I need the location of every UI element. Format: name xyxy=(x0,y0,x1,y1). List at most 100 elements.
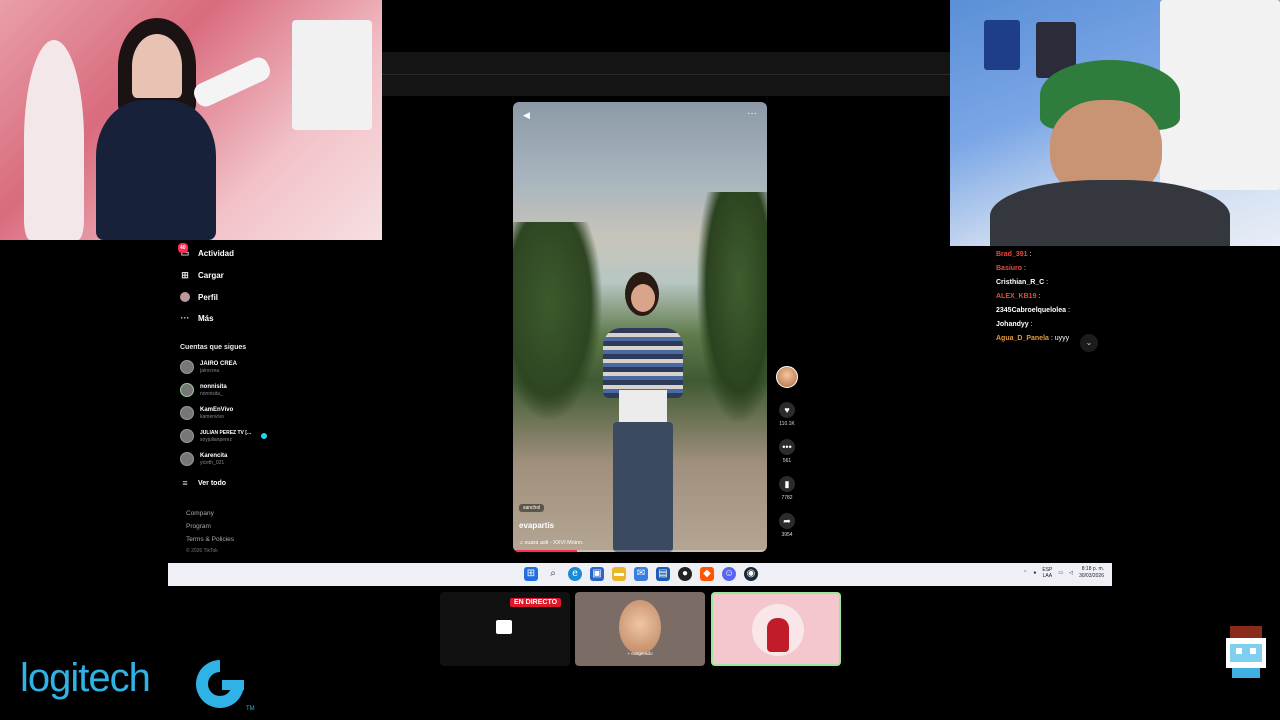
clock-time: 8:18 p. m. xyxy=(1081,566,1104,572)
chevron-up-icon[interactable]: ⌃ xyxy=(1023,570,1027,576)
mail-icon[interactable]: ✉ xyxy=(634,567,648,581)
participant-thumbnail[interactable]: + exagerado xyxy=(575,592,705,666)
account-name: JULIAN PEREZ TV [... xyxy=(200,429,252,436)
chat-message: 2345Cabroelquelolea : xyxy=(996,307,1070,314)
tray-app-icon[interactable]: ● xyxy=(1033,570,1036,576)
tree xyxy=(513,222,603,422)
participant-thumbnail-selected[interactable] xyxy=(711,592,841,666)
action-rail: ♥ 110.1K ••• 561 ▮ 7782 ➦ 3954 xyxy=(775,366,799,550)
following-item[interactable]: nonnisita nonnisita_ xyxy=(180,383,227,397)
following-item[interactable]: JULIAN PEREZ TV [... soyjulianperez xyxy=(180,429,268,443)
creator-avatar[interactable] xyxy=(776,366,798,388)
avatar xyxy=(180,360,194,374)
browser-icon[interactable]: ● xyxy=(678,567,692,581)
face xyxy=(132,34,182,98)
store-icon[interactable]: ▣ xyxy=(590,567,604,581)
steam-icon[interactable]: ◉ xyxy=(744,567,758,581)
logitech-logo: logitech xyxy=(20,656,151,700)
video-author[interactable]: evapartis xyxy=(519,521,554,530)
volume-icon[interactable]: ◀ xyxy=(523,110,530,121)
edge-icon[interactable]: e xyxy=(568,567,582,581)
start-icon[interactable]: ⊞ xyxy=(524,567,538,581)
account-handle: nonnisita_ xyxy=(200,390,223,397)
brave-icon[interactable]: ◆ xyxy=(700,567,714,581)
following-item[interactable]: JAIRO CREA jairocrea xyxy=(180,360,237,374)
avatar xyxy=(180,429,194,443)
footer-copyright: © 2026 TikTok xyxy=(186,548,218,554)
chat-user: Johandyy xyxy=(996,321,1029,328)
following-title: Cuentas que sigues xyxy=(180,344,247,351)
activity-icon: ▭ 40 xyxy=(178,243,190,258)
account-name: JAIRO CREA xyxy=(200,360,238,367)
account-name: Karencita xyxy=(200,452,228,459)
left-webcam xyxy=(0,0,382,240)
sweater xyxy=(603,328,683,398)
jeans xyxy=(613,422,673,552)
nav-profile[interactable]: Perfil xyxy=(180,292,218,302)
chat-user: Brad_391 xyxy=(996,251,1028,258)
share-icon[interactable]: ➦ xyxy=(779,513,795,529)
search-icon[interactable]: ⌕ xyxy=(546,567,560,581)
video-progress-bar[interactable] xyxy=(513,550,767,552)
folder-icon[interactable]: ▬ xyxy=(612,567,626,581)
windows-taskbar: ⊞ ⌕ e ▣ ▬ ✉ ▤ ● ◆ ☺ ◉ ⌃ ● ESP LAA ▭ ◁ 8:1… xyxy=(168,563,1112,586)
chat-message: Cristhian_R_C : xyxy=(996,279,1049,286)
see-all-label: Ver todo xyxy=(198,479,227,487)
logitech-g-logo xyxy=(196,660,244,708)
see-all-link[interactable]: ≡ Ver todo xyxy=(180,478,226,488)
language-indicator[interactable]: ESP LAA xyxy=(1042,567,1052,579)
account-name: KamEnVivo xyxy=(200,406,234,413)
stream-chat: Brad_391 : Basiuro : Cristhian_R_C : ALE… xyxy=(996,248,1110,352)
nav-label: Cargar xyxy=(198,270,224,280)
pc-case xyxy=(292,20,372,130)
nav-label: Más xyxy=(198,313,214,323)
bookmark-count: 7782 xyxy=(781,495,793,501)
comment-icon[interactable]: ••• xyxy=(779,439,795,455)
following-item[interactable]: KamEnVivo kamenvivo xyxy=(180,406,233,420)
video-player[interactable]: ◀ ··· sanchol evapartis ♫ suara asli - X… xyxy=(513,102,767,552)
nav-upload[interactable]: ⊞ Cargar xyxy=(180,270,224,280)
comment-count: 561 xyxy=(782,458,792,464)
account-handle: jairocrea xyxy=(200,367,220,374)
discord-icon[interactable]: ☺ xyxy=(722,567,736,581)
account-handle: soyjulianperez xyxy=(200,436,232,443)
chat-text: uyyy xyxy=(1054,335,1070,342)
shirt xyxy=(990,180,1230,246)
list-icon: ≡ xyxy=(182,478,188,488)
footer-company[interactable]: Company xyxy=(186,510,214,517)
chat-user: Agua_D_Panela xyxy=(996,335,1049,342)
footer-program[interactable]: Program xyxy=(186,523,211,530)
activity-badge: 40 xyxy=(178,243,188,253)
profile-icon xyxy=(180,292,190,302)
chat-user: ALEX_KB19 xyxy=(996,293,1037,300)
nav-more[interactable]: ··· Más xyxy=(180,313,214,323)
nav-activity[interactable]: ▭ 40 Actividad xyxy=(178,243,234,258)
bookmark-icon[interactable]: ▮ xyxy=(779,476,795,492)
app-icon[interactable]: ▤ xyxy=(656,567,670,581)
avatar xyxy=(180,406,194,420)
screen-share-thumbnail[interactable]: EN DIRECTO xyxy=(440,592,570,666)
face xyxy=(631,284,655,312)
clock-date: 30/03/2026 xyxy=(1078,573,1104,579)
account-handle: kamenvivo xyxy=(200,413,224,420)
video-tag[interactable]: sanchol xyxy=(519,504,545,512)
more-icon: ··· xyxy=(180,313,190,323)
right-webcam xyxy=(950,0,1280,246)
chat-message: Basiuro : xyxy=(996,265,1026,272)
volume-icon[interactable]: ◁ xyxy=(1069,570,1073,576)
chair xyxy=(24,40,84,240)
following-item[interactable]: Karencita yiceth_021 xyxy=(180,452,227,466)
taskbar-icons: ⊞ ⌕ e ▣ ▬ ✉ ▤ ● ◆ ☺ ◉ xyxy=(524,567,758,581)
top xyxy=(96,100,216,240)
heart-icon[interactable]: ♥ xyxy=(779,402,795,418)
footer-terms[interactable]: Terms & Policies xyxy=(186,536,234,543)
chevron-down-icon[interactable]: ⌄ xyxy=(1080,334,1098,352)
music-info[interactable]: ♫ suara asli - XXVI Moinn. xyxy=(519,540,584,546)
more-options-icon[interactable]: ··· xyxy=(747,108,757,119)
network-icon[interactable]: ▭ xyxy=(1058,570,1063,576)
poster xyxy=(984,20,1020,70)
clock[interactable]: 8:18 p. m. 30/03/2026 xyxy=(1079,566,1104,580)
avatar xyxy=(180,383,194,397)
like-count: 110.1K xyxy=(779,421,795,427)
pixel-mascot-icon xyxy=(1226,626,1266,678)
